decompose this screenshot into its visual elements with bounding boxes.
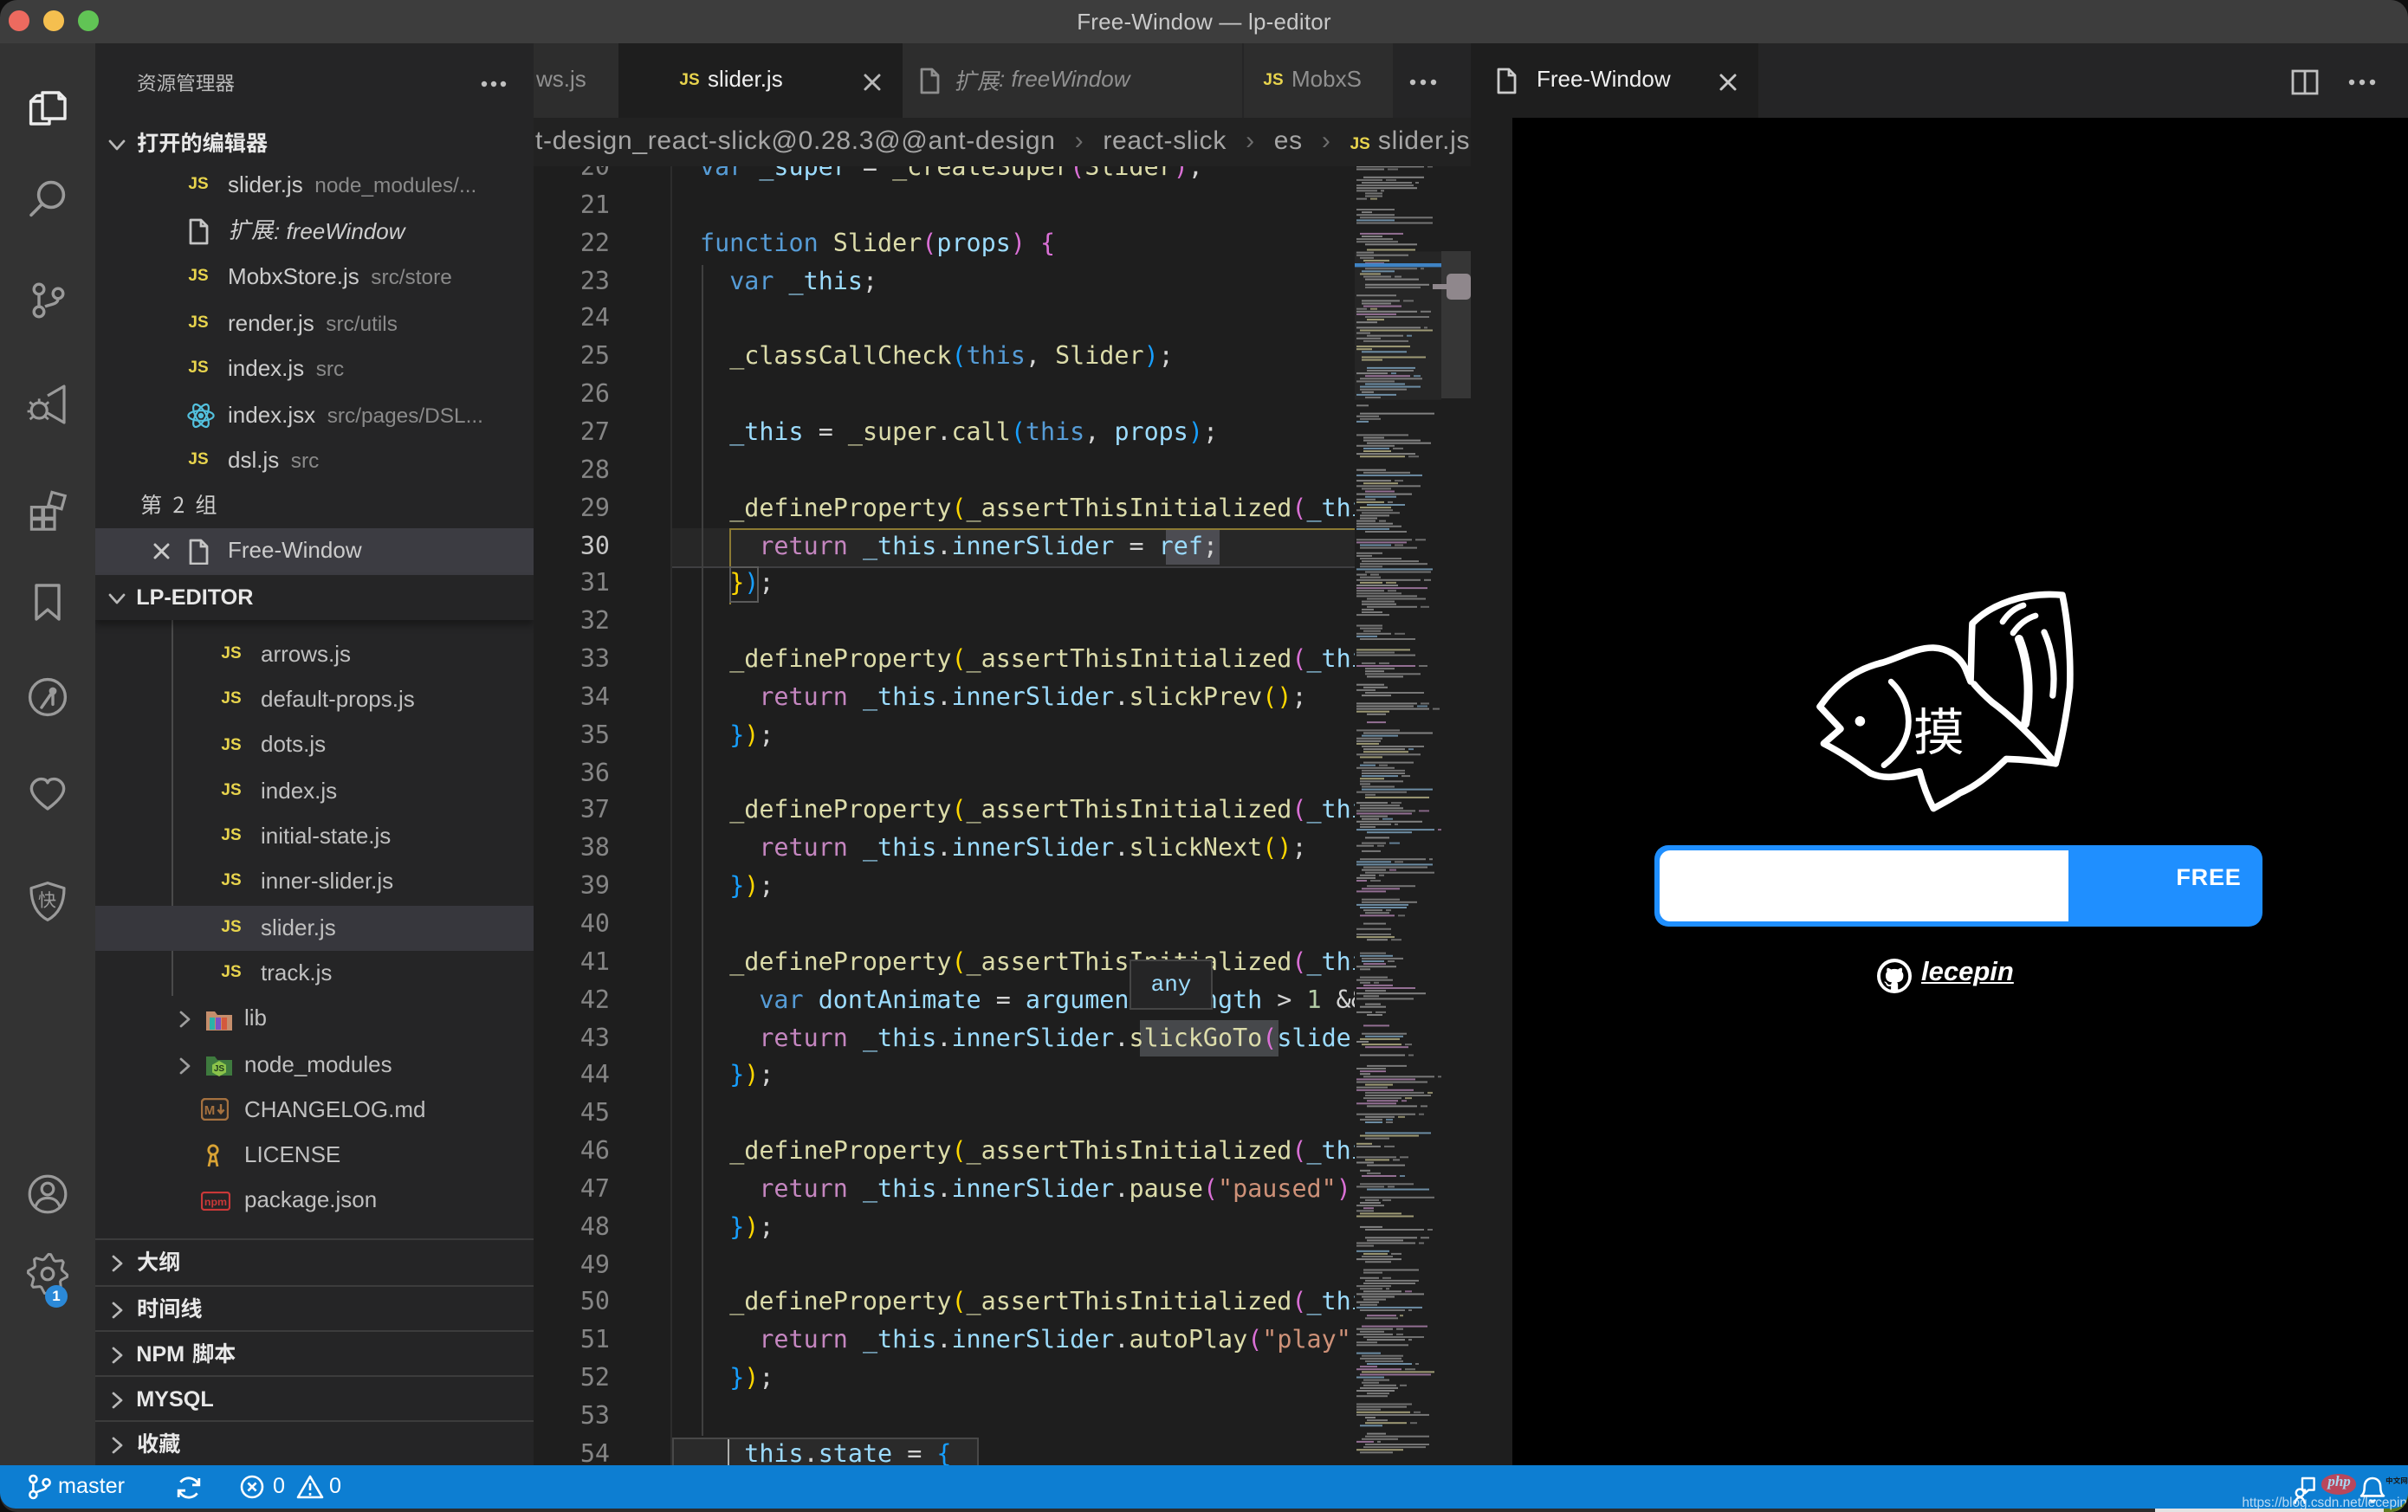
svg-text:npm: npm	[204, 1196, 226, 1208]
svg-text:M: M	[204, 1104, 215, 1119]
svg-text:JS: JS	[213, 1064, 224, 1074]
